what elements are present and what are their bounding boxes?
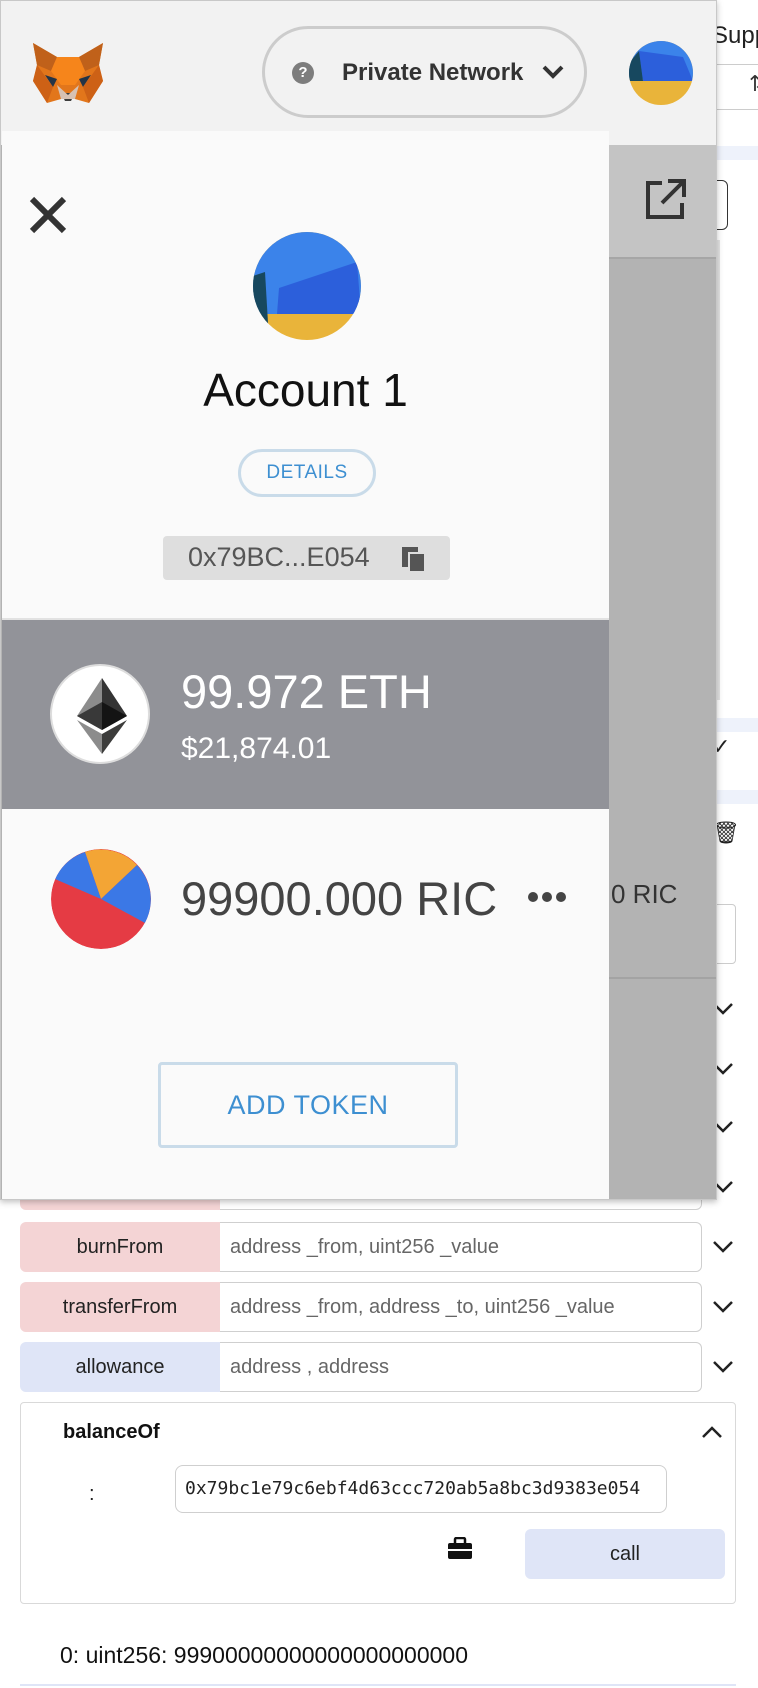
sort-icon[interactable]: ⇅ [712,64,758,110]
balanceOf-title: balanceOf [63,1421,160,1443]
ric-token-logo [51,849,151,949]
eth-usd-value: $21,874.01 [181,732,332,765]
copy-icon [399,545,427,573]
background-token-amount: 0 RIC [611,879,678,909]
divider [716,146,758,160]
divider [716,718,758,732]
balanceOf-panel: balanceOf : 0x79bc1e79c6ebf4d63ccc720ab5… [20,1402,736,1604]
metamask-fox-logo[interactable] [31,41,105,107]
close-icon[interactable] [28,195,68,235]
function-row-transferFrom: transferFrom address _from, address _to,… [20,1282,702,1332]
account-name: Account 1 [203,364,408,416]
external-link-icon[interactable] [642,177,688,223]
divider [608,257,716,259]
transferFrom-button[interactable]: transferFrom [20,1282,220,1332]
chevron-down-icon [541,64,565,80]
account-avatar-large [253,232,361,340]
briefcase-icon[interactable] [447,1536,473,1561]
account-detail-panel: Account 1 DETAILS 0x79BC...E054 99.972 E… [2,131,609,1199]
divider [716,790,758,804]
balanceOf-address-input[interactable]: 0x79bc1e79c6ebf4d63ccc720ab5a8bc3d9383e0… [175,1465,667,1513]
divider [20,1684,736,1686]
function-row-allowance: allowance address , address [20,1342,702,1392]
chevron-down-icon[interactable] [712,1240,742,1260]
add-token-button[interactable]: ADD TOKEN [158,1062,458,1148]
more-options-icon[interactable] [527,889,567,905]
param-label: : [89,1483,95,1505]
chevron-up-icon[interactable] [701,1425,723,1439]
account-avatar[interactable] [629,41,693,105]
function-row-burnFrom: burnFrom address _from, uint256 _value [20,1222,702,1272]
screen: { "background": { "header_partial": "Sup… [0,0,758,1688]
network-selector[interactable]: ? Private Network [262,26,587,118]
question-icon: ? [292,62,314,84]
chevron-down-icon [713,1003,716,1017]
background-partial-label: Supp [712,22,758,49]
account-address: 0x79BC...E054 [188,542,370,572]
token-amount: 99900.000 RIC [181,872,498,925]
network-label: Private Network [342,59,524,86]
allowance-button[interactable]: allowance [20,1342,220,1392]
burnFrom-input[interactable]: address _from, uint256 _value [220,1222,702,1272]
allowance-input[interactable]: address , address [220,1342,702,1392]
chevron-down-icon[interactable] [712,1300,742,1320]
eth-logo [50,664,150,764]
address-copy-button[interactable]: 0x79BC...E054 [163,536,450,580]
details-button[interactable]: DETAILS [238,449,376,497]
call-result: 0: uint256: 99900000000000000000000 [60,1642,469,1668]
metamask-header: ? Private Network [1,1,716,145]
chevron-down-icon[interactable] [712,1360,742,1380]
transferFrom-input[interactable]: address _from, address _to, uint256 _val… [220,1282,702,1332]
burnFrom-button[interactable]: burnFrom [20,1222,220,1272]
metamask-popup: ? Private Network 0 RIC Account 1 DETAIL… [0,0,717,1200]
call-button[interactable]: call [525,1529,725,1579]
eth-balance-row[interactable]: 99.972 ETH $21,874.01 [2,620,609,809]
divider [608,977,716,979]
eth-amount: 99.972 ETH [181,665,432,718]
